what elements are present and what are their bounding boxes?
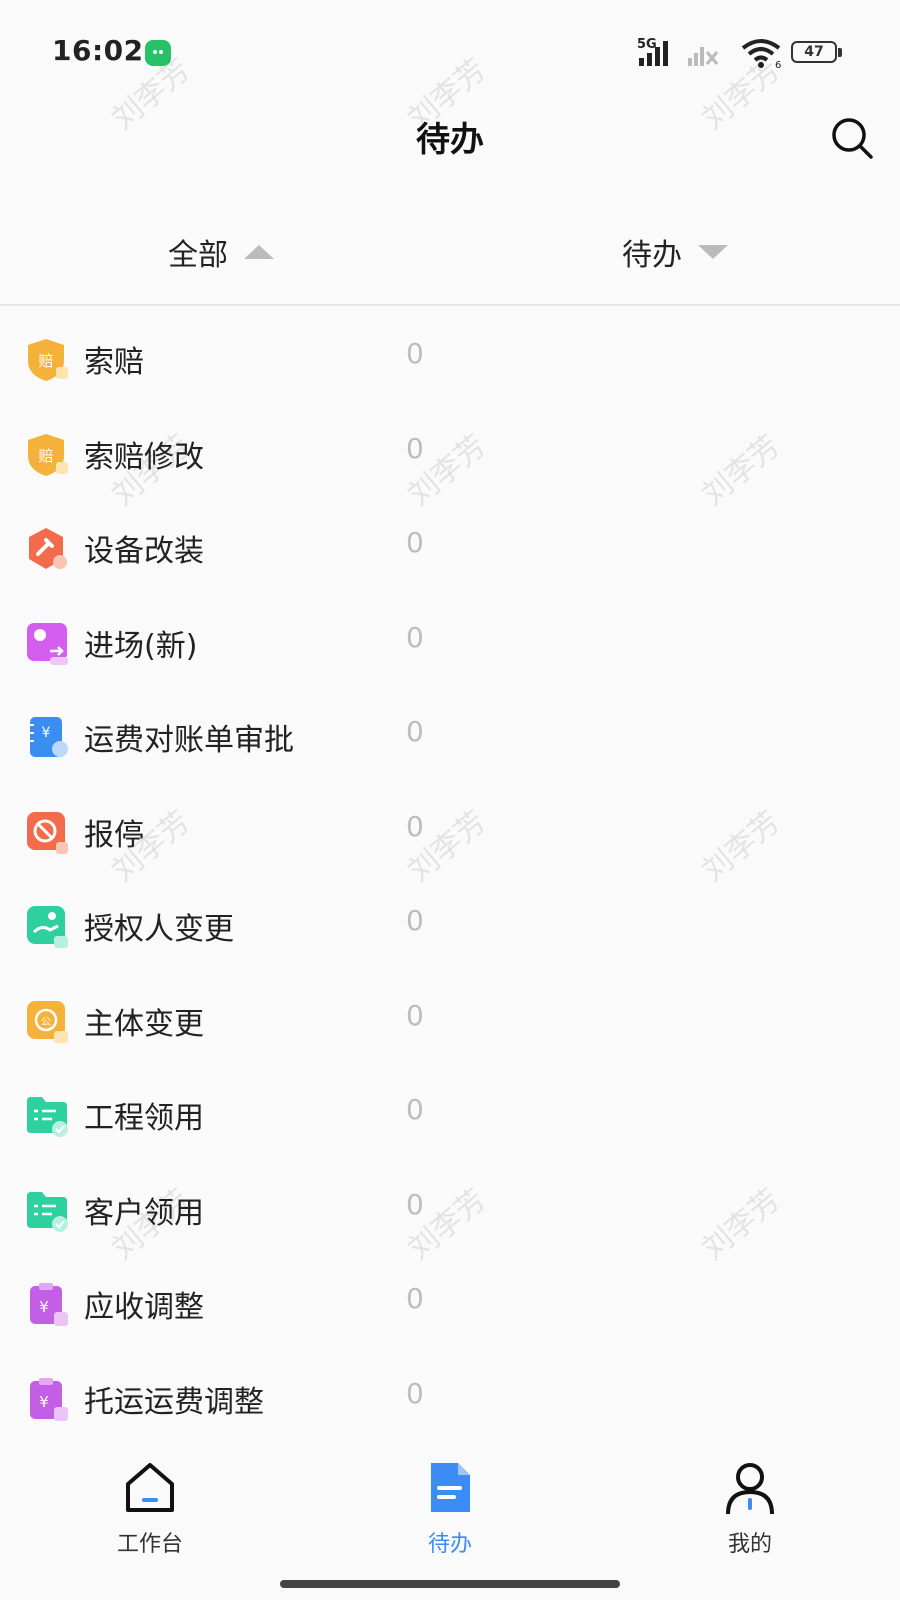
- list-item[interactable]: 赔 索赔 0: [0, 313, 900, 408]
- item-label: 设备改装: [84, 534, 204, 569]
- shipping-clipboard-icon: ¥: [30, 1377, 68, 1421]
- authorized-person-icon: [27, 906, 68, 948]
- list-item[interactable]: 报停 0: [0, 786, 900, 881]
- svg-text:公: 公: [41, 1017, 51, 1028]
- signal-strength-icon: [639, 41, 668, 66]
- folder-check-icon: [27, 1191, 68, 1232]
- list-item[interactable]: 工程领用 0: [0, 1069, 900, 1164]
- list-item[interactable]: 客户领用 0: [0, 1164, 900, 1259]
- item-label: 索赔: [84, 345, 144, 380]
- item-label: 进场(新): [84, 628, 198, 664]
- list-item[interactable]: 设备改装 0: [0, 502, 900, 597]
- wifi-icon: 6: [741, 39, 781, 68]
- list-item[interactable]: ¥ 应收调整 0: [0, 1258, 900, 1353]
- entity-change-icon: 公: [27, 1000, 68, 1043]
- item-count: 0: [406, 904, 424, 937]
- tab-todo[interactable]: 待办: [380, 1460, 520, 1558]
- freight-statement-icon: ¥: [28, 717, 68, 757]
- signal-none-icon: [688, 47, 719, 66]
- receivable-clipboard-icon: ¥: [30, 1283, 68, 1326]
- item-label: 工程领用: [84, 1101, 204, 1136]
- item-count: 0: [406, 431, 424, 465]
- tab-workbench-label: 工作台: [116, 1532, 183, 1557]
- home-indicator[interactable]: [280, 1580, 620, 1588]
- item-label: 索赔修改: [84, 439, 204, 475]
- tab-mine-label: 我的: [727, 1532, 772, 1557]
- filter-status-label: 待办: [622, 238, 682, 273]
- sort-up-icon: [244, 245, 274, 259]
- tab-todo-label: 待办: [427, 1532, 472, 1557]
- item-label: 托运运费调整: [84, 1384, 264, 1420]
- tab-workbench[interactable]: 工作台: [80, 1460, 220, 1558]
- list-item[interactable]: 赔 索赔修改 0: [0, 408, 900, 503]
- item-label: 客户领用: [84, 1195, 204, 1231]
- battery-icon: 47: [791, 41, 837, 63]
- claim-edit-shield-icon: 赔: [28, 433, 68, 476]
- folder-check-icon: [27, 1097, 68, 1137]
- filter-all-label: 全部: [168, 238, 228, 273]
- item-count: 0: [406, 715, 424, 748]
- item-count: 0: [406, 1376, 424, 1410]
- svg-text:¥: ¥: [39, 1393, 49, 1411]
- item-label: 报停: [84, 817, 144, 853]
- svg-text:赔: 赔: [38, 352, 53, 370]
- item-count: 0: [406, 1187, 424, 1221]
- svg-text:¥: ¥: [39, 1298, 49, 1316]
- chat-notification-icon: [145, 40, 171, 66]
- item-label: 主体变更: [84, 1006, 204, 1042]
- battery-tip: [838, 48, 842, 57]
- item-count: 0: [406, 620, 424, 654]
- status-time: 16:02: [52, 34, 144, 67]
- tab-mine[interactable]: 我的: [680, 1460, 820, 1558]
- item-label: 运费对账单审批: [84, 723, 294, 758]
- search-icon[interactable]: [830, 116, 874, 160]
- filter-bar: 全部 待办: [0, 200, 900, 306]
- document-icon: [431, 1463, 470, 1512]
- claim-shield-icon: 赔: [28, 339, 68, 381]
- item-count: 0: [406, 526, 424, 559]
- home-icon: [126, 1463, 174, 1512]
- list-item[interactable]: 公 主体变更 0: [0, 975, 900, 1070]
- filter-all-dropdown[interactable]: 全部: [168, 230, 274, 274]
- item-count: 0: [406, 337, 424, 370]
- item-label: 应收调整: [84, 1290, 204, 1325]
- todo-list: 赔 索赔 0 赔 索赔修改 0 设备改装 0 进场(新) 0 ¥ 运费对账单审批…: [0, 313, 900, 1447]
- item-count: 0: [406, 998, 424, 1032]
- stop-sign-icon: [27, 811, 68, 854]
- status-bar: 16:02 5G 6 47: [0, 0, 900, 100]
- wifi-badge: 6: [775, 60, 781, 68]
- user-icon: [726, 1463, 774, 1515]
- list-item[interactable]: 授权人变更 0: [0, 880, 900, 975]
- svg-text:赔: 赔: [38, 447, 53, 465]
- chevron-down-icon: [698, 245, 728, 259]
- list-item[interactable]: 进场(新) 0: [0, 597, 900, 692]
- list-item[interactable]: ¥ 运费对账单审批 0: [0, 691, 900, 786]
- item-count: 0: [406, 1093, 424, 1126]
- page-title: 待办: [416, 120, 484, 160]
- item-count: 0: [406, 809, 424, 843]
- svg-text:¥: ¥: [42, 725, 51, 741]
- item-count: 0: [406, 1282, 424, 1315]
- item-label: 授权人变更: [84, 912, 234, 947]
- wrench-hexagon-icon: [29, 528, 67, 569]
- bottom-tab-bar: 工作台 待办 我的: [0, 1432, 900, 1600]
- filter-status-dropdown[interactable]: 待办: [622, 230, 728, 274]
- location-entry-icon: [27, 622, 68, 665]
